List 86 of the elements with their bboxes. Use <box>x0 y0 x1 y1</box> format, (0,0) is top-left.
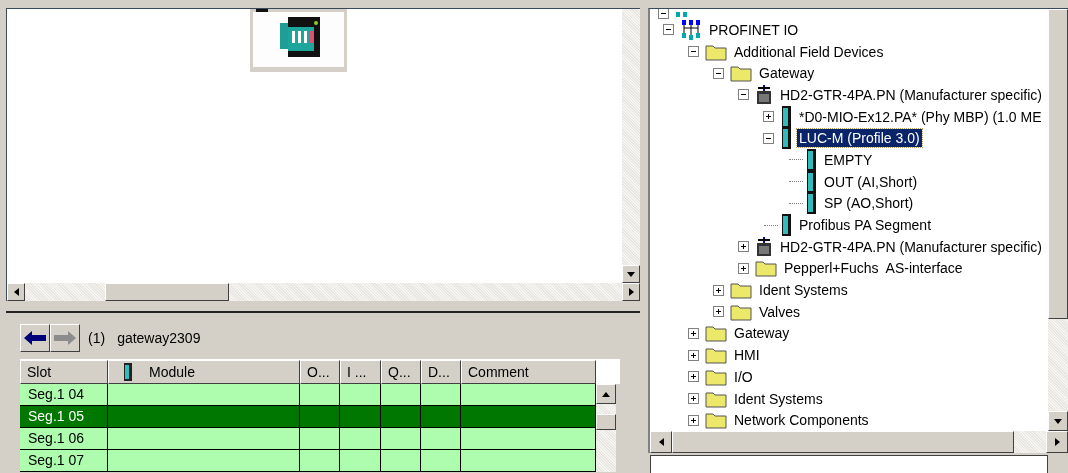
slot-cell: Seg.1 07 <box>28 452 85 468</box>
scroll-down-button[interactable] <box>1048 411 1068 432</box>
caret-right-icon <box>1054 438 1060 447</box>
tree-item[interactable]: EMPTY <box>822 150 875 169</box>
column-header[interactable]: D... <box>421 360 461 384</box>
caret-left-icon <box>13 288 19 296</box>
slot-cell: Seg.1 06 <box>28 430 85 446</box>
device-icon <box>755 84 773 105</box>
tree-item[interactable]: Valves <box>757 302 802 321</box>
folder-icon <box>730 281 752 300</box>
tree-item[interactable]: Profibus PA Segment <box>797 216 934 235</box>
tree-item[interactable]: Gateway <box>757 64 817 83</box>
folder-icon <box>705 389 727 408</box>
tree-item[interactable]: I/O <box>732 367 755 386</box>
tree-item[interactable]: SP (AO,Short) <box>822 194 916 213</box>
slot-row[interactable]: Seg.1 07 <box>20 450 596 472</box>
tree-item[interactable]: *D0-MIO-Ex12.PA* (Phy MBP) (1.0 ME <box>797 107 1044 126</box>
folder-icon <box>705 346 727 365</box>
expand-toggle[interactable] <box>687 371 699 383</box>
caret-up-icon <box>602 391 610 397</box>
module-icon <box>805 192 817 215</box>
folder-icon <box>730 302 752 321</box>
slot-row[interactable]: Seg.1 06 <box>20 428 596 450</box>
column-header[interactable]: Slot <box>20 360 108 384</box>
module-icon <box>123 363 133 381</box>
collapse-toggle[interactable] <box>662 24 674 36</box>
expand-toggle[interactable] <box>762 111 774 123</box>
collapse-toggle[interactable] <box>687 46 699 58</box>
slot-cell: Seg.1 05 <box>28 408 85 424</box>
tree-item[interactable]: OUT (AI,Short) <box>822 172 920 191</box>
station-name: gateway2309 <box>117 330 201 346</box>
expand-toggle[interactable] <box>737 241 749 253</box>
collapse-toggle[interactable] <box>737 89 749 101</box>
tree-item[interactable]: HD2-GTR-4PA.PN (Manufacturer specific) <box>778 237 1044 256</box>
folder-icon <box>730 64 752 83</box>
module-icon <box>780 127 792 150</box>
caret-down-icon <box>1054 418 1062 424</box>
rack-number: (1) <box>88 330 106 346</box>
scroll-left-button[interactable] <box>650 431 672 454</box>
collapse-toggle[interactable] <box>762 132 774 144</box>
column-header[interactable]: Q... <box>381 360 421 384</box>
expand-toggle[interactable] <box>687 327 699 339</box>
expand-toggle[interactable] <box>737 262 749 274</box>
column-header[interactable]: I ... <box>340 360 381 384</box>
expand-toggle[interactable] <box>687 393 699 405</box>
expand-toggle[interactable] <box>687 414 699 426</box>
tree-item[interactable]: LUC-M (Profile 3.0) <box>797 129 922 148</box>
folder-icon <box>705 367 727 386</box>
slot-row[interactable]: Seg.1 05 <box>20 406 596 428</box>
collapse-toggle[interactable] <box>712 67 724 79</box>
tree-item[interactable]: Pepperl+Fuchs AS-interface <box>782 259 965 278</box>
forward-button[interactable] <box>50 324 80 352</box>
module-icon <box>780 214 792 237</box>
tree-item[interactable]: Gateway <box>732 324 792 343</box>
scroll-right-button[interactable] <box>1046 431 1068 454</box>
scroll-down-button[interactable] <box>622 265 640 283</box>
slot-row[interactable]: Seg.1 04 <box>20 384 596 406</box>
column-header[interactable]: Comment <box>461 360 596 384</box>
expand-toggle[interactable] <box>712 306 724 318</box>
tree-item[interactable]: HD2-GTR-4PA.PN (Manufacturer specific) <box>778 85 1044 104</box>
scroll-right-button[interactable] <box>622 283 640 301</box>
tree-item[interactable]: Additional Field Devices <box>732 42 886 61</box>
tree-item[interactable]: Network Components <box>732 411 871 430</box>
column-header[interactable]: Module <box>108 360 300 384</box>
arrow-left-icon <box>24 331 46 345</box>
folder-icon <box>705 42 727 61</box>
back-button[interactable] <box>20 324 50 352</box>
caret-down-icon <box>627 271 635 277</box>
caret-right-icon <box>628 288 634 296</box>
column-header[interactable]: O... <box>300 360 340 384</box>
folder-icon <box>755 259 777 278</box>
module-icon <box>780 105 792 128</box>
folder-icon <box>705 324 727 343</box>
expand-toggle[interactable] <box>712 284 724 296</box>
caret-left-icon <box>658 438 664 447</box>
scroll-up-button[interactable] <box>596 384 616 404</box>
arrow-right-icon <box>54 331 76 345</box>
tree-item[interactable]: Ident Systems <box>757 281 850 300</box>
tree-item[interactable]: PROFINET IO <box>707 20 801 39</box>
device-icon <box>755 236 773 257</box>
module-icon <box>805 148 817 171</box>
scroll-left-button[interactable] <box>7 283 25 301</box>
tree-item[interactable]: Ident Systems <box>732 389 825 408</box>
expand-toggle[interactable] <box>687 349 699 361</box>
tree-item[interactable]: HMI <box>732 346 762 365</box>
slot-cell: Seg.1 04 <box>28 386 85 402</box>
